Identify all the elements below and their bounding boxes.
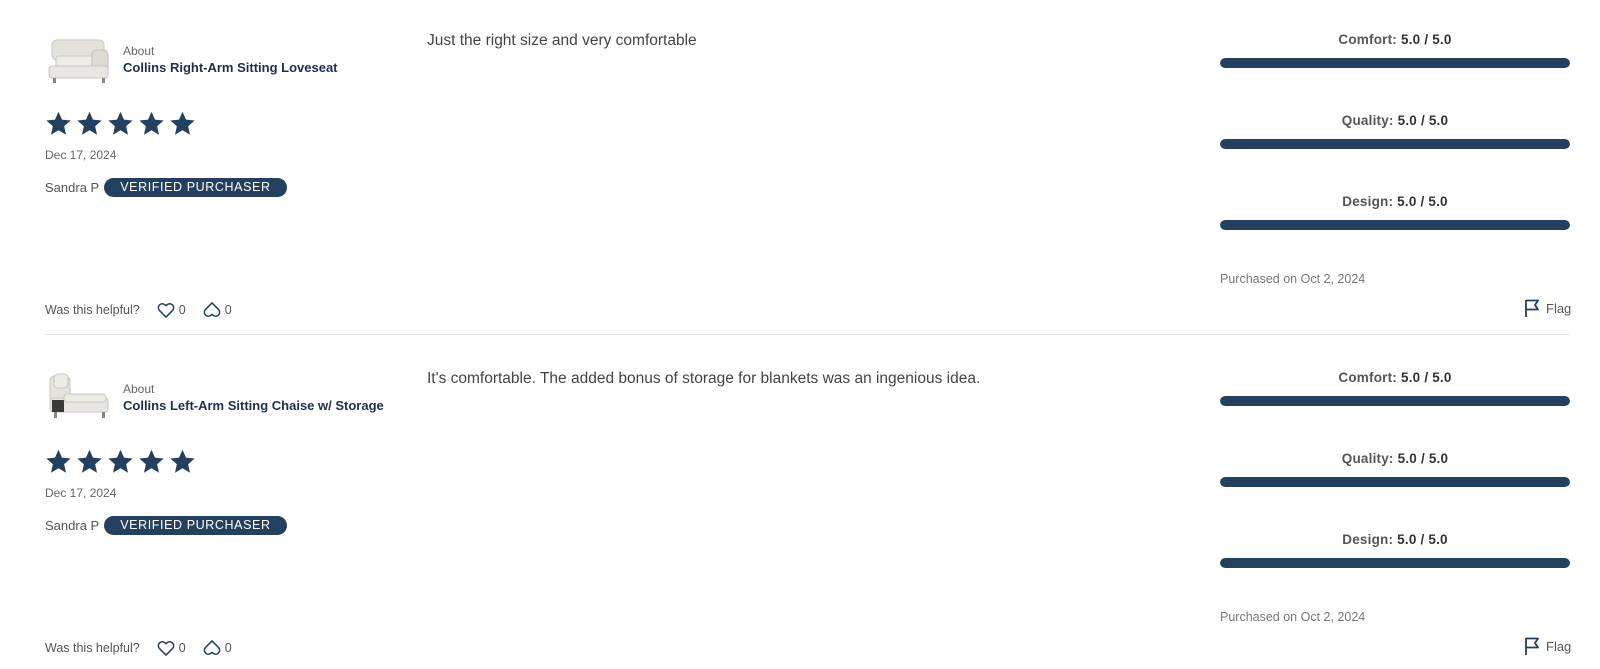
author-row: Sandra P VERIFIED PURCHASER (45, 516, 287, 535)
review-divider (45, 334, 1569, 335)
star-icon (77, 111, 102, 135)
star-icon (139, 111, 164, 135)
heart-down-icon (203, 302, 221, 317)
metric-design: Design: 5.0 / 5.0 (1220, 194, 1570, 230)
star-icon (108, 449, 133, 473)
like-count: 0 (178, 641, 186, 655)
metric-comfort: Comfort: 5.0 / 5.0 (1220, 370, 1570, 406)
helpful-row: Was this helpful? 0 0 (45, 300, 248, 320)
purchase-date: Purchased on Oct 2, 2024 (1220, 610, 1366, 624)
star-icon (46, 111, 71, 135)
metric-design: Design: 5.0 / 5.0 (1220, 532, 1570, 568)
metric-quality: Quality: 5.0 / 5.0 (1220, 451, 1570, 487)
metric-value: 5.0 / 5.0 (1401, 370, 1452, 385)
heart-icon (157, 303, 175, 318)
metric-label: Design: (1342, 532, 1394, 547)
metric-comfort: Comfort: 5.0 / 5.0 (1220, 32, 1570, 68)
heart-icon (157, 641, 175, 656)
metric-label: Design: (1342, 194, 1394, 209)
star-icon (77, 449, 102, 473)
star-rating (45, 448, 196, 475)
metric-bar (1220, 58, 1570, 68)
loveseat-image[interactable] (46, 32, 112, 88)
verified-purchaser-badge: VERIFIED PURCHASER (104, 178, 287, 197)
star-icon (108, 111, 133, 135)
metric-bar (1220, 396, 1570, 406)
metric-bar-fill (1220, 396, 1570, 406)
metric-value: 5.0 / 5.0 (1397, 451, 1449, 466)
metric-bar (1220, 558, 1570, 568)
dislike-button[interactable]: 0 (202, 300, 232, 320)
product-link[interactable]: Collins Right-Arm Sitting Loveseat (123, 60, 338, 75)
review-card: About Collins Left-Arm Sitting Chaise w/… (0, 338, 1600, 669)
dislike-button[interactable]: 0 (202, 638, 232, 658)
like-button[interactable]: 0 (156, 300, 186, 320)
review-date: Dec 17, 2024 (45, 148, 117, 162)
metric-bar-fill (1220, 477, 1570, 487)
author-name: Sandra P (45, 518, 100, 533)
review-body: It's comfortable. The added bonus of sto… (427, 370, 981, 387)
metric-label: Quality: (1341, 113, 1394, 128)
review-body: Just the right size and very comfortable (427, 32, 697, 49)
metric-bar (1220, 477, 1570, 487)
flag-button[interactable]: Flag (1524, 636, 1571, 656)
like-button[interactable]: 0 (156, 638, 186, 658)
review-date: Dec 17, 2024 (45, 486, 117, 500)
helpful-label: Was this helpful? (45, 641, 140, 655)
dislike-count: 0 (224, 641, 232, 655)
metric-label: Quality: (1341, 451, 1394, 466)
author-name: Sandra P (45, 180, 100, 195)
helpful-label: Was this helpful? (45, 303, 140, 317)
metric-label: Comfort: (1338, 32, 1397, 47)
metric-bar (1220, 220, 1570, 230)
flag-label: Flag (1546, 638, 1572, 654)
about-label: About (123, 44, 155, 58)
metric-bar-fill (1220, 558, 1570, 568)
purchase-date: Purchased on Oct 2, 2024 (1220, 272, 1366, 286)
flag-label: Flag (1546, 300, 1572, 316)
about-label: About (123, 382, 155, 396)
like-count: 0 (178, 303, 186, 317)
metric-quality: Quality: 5.0 / 5.0 (1220, 113, 1570, 149)
metric-label: Comfort: (1338, 370, 1397, 385)
star-icon (46, 449, 71, 473)
heart-down-icon (203, 640, 221, 655)
metric-value: 5.0 / 5.0 (1397, 113, 1449, 128)
author-row: Sandra P VERIFIED PURCHASER (45, 178, 287, 197)
metric-value: 5.0 / 5.0 (1397, 194, 1448, 209)
chaise-image[interactable] (46, 370, 112, 426)
dislike-count: 0 (224, 303, 232, 317)
star-icon (139, 449, 164, 473)
metric-bar-fill (1220, 139, 1570, 149)
star-icon (170, 111, 195, 135)
metric-bar (1220, 139, 1570, 149)
metric-bar-fill (1220, 58, 1570, 68)
flag-button[interactable]: Flag (1524, 298, 1571, 318)
metric-value: 5.0 / 5.0 (1401, 32, 1452, 47)
flag-icon (1525, 299, 1539, 317)
star-icon (170, 449, 195, 473)
product-link[interactable]: Collins Left-Arm Sitting Chaise w/ Stora… (123, 398, 384, 413)
metric-value: 5.0 / 5.0 (1397, 532, 1448, 547)
verified-purchaser-badge: VERIFIED PURCHASER (104, 516, 287, 535)
review-card: About Collins Right-Arm Sitting Loveseat… (0, 0, 1600, 338)
star-rating (45, 110, 196, 137)
helpful-row: Was this helpful? 0 0 (45, 638, 248, 658)
flag-icon (1525, 637, 1539, 655)
metric-bar-fill (1220, 220, 1570, 230)
